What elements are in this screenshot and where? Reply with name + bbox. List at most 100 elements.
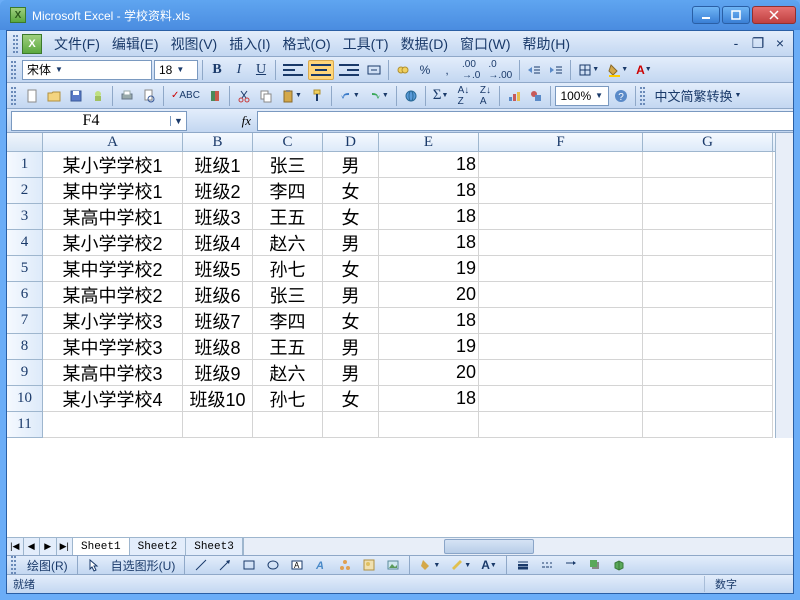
cell[interactable]: 男: [323, 334, 379, 360]
cell[interactable]: [643, 360, 773, 386]
cell[interactable]: 王五: [253, 204, 323, 230]
cell[interactable]: 赵六: [253, 230, 323, 256]
cell[interactable]: [479, 204, 643, 230]
tab-nav-next[interactable]: ▶: [40, 538, 57, 555]
font-color-draw-button[interactable]: A▼: [478, 555, 500, 575]
row-header[interactable]: 6: [7, 282, 43, 308]
cell[interactable]: 18: [379, 230, 479, 256]
fontsize-combo[interactable]: 18▼: [154, 60, 198, 80]
sheet-tab[interactable]: Sheet1: [73, 538, 130, 555]
select-objects-button[interactable]: [84, 555, 104, 575]
row-header[interactable]: 9: [7, 360, 43, 386]
picture-button[interactable]: [383, 555, 403, 575]
cell[interactable]: [643, 334, 773, 360]
paste-button[interactable]: ▼: [278, 86, 305, 106]
cell[interactable]: 18: [379, 204, 479, 230]
column-header[interactable]: F: [479, 133, 643, 151]
cut-button[interactable]: [234, 86, 254, 106]
row-header[interactable]: 10: [7, 386, 43, 412]
cell[interactable]: 男: [323, 230, 379, 256]
cell[interactable]: 班级4: [183, 230, 253, 256]
cell[interactable]: 18: [379, 152, 479, 178]
cell[interactable]: 某小学学校3: [43, 308, 183, 334]
fill-color-button[interactable]: ▼: [604, 60, 631, 80]
sort-asc-button[interactable]: A↓Z: [453, 86, 473, 106]
wordart-button[interactable]: A: [311, 555, 331, 575]
column-header[interactable]: B: [183, 133, 253, 151]
menu-insert[interactable]: 插入(I): [223, 32, 276, 56]
cell[interactable]: [643, 230, 773, 256]
cell[interactable]: 女: [323, 178, 379, 204]
cell[interactable]: 18: [379, 178, 479, 204]
menu-edit[interactable]: 编辑(E): [106, 32, 165, 56]
decrease-indent-button[interactable]: [524, 60, 544, 80]
save-button[interactable]: [66, 86, 86, 106]
cell[interactable]: 李四: [253, 308, 323, 334]
dash-style-button[interactable]: [537, 555, 557, 575]
cell[interactable]: [183, 412, 253, 438]
column-header[interactable]: C: [253, 133, 323, 151]
cell[interactable]: [643, 152, 773, 178]
doc-minimize-button[interactable]: -: [729, 37, 743, 51]
tab-nav-first[interactable]: |◀: [7, 538, 24, 555]
cell[interactable]: 班级7: [183, 308, 253, 334]
titlebar[interactable]: X Microsoft Excel - 学校资料.xls: [0, 0, 800, 30]
research-button[interactable]: [205, 86, 225, 106]
format-painter-button[interactable]: [307, 86, 327, 106]
redo-button[interactable]: ▼: [365, 86, 392, 106]
cell[interactable]: 18: [379, 386, 479, 412]
cell[interactable]: 张三: [253, 282, 323, 308]
cell[interactable]: [479, 282, 643, 308]
cell[interactable]: 班级9: [183, 360, 253, 386]
clipart-button[interactable]: [359, 555, 379, 575]
print-preview-button[interactable]: [139, 86, 159, 106]
cell[interactable]: [379, 412, 479, 438]
row-header[interactable]: 3: [7, 204, 43, 230]
cell[interactable]: 男: [323, 360, 379, 386]
cell[interactable]: [253, 412, 323, 438]
bold-button[interactable]: B: [207, 60, 227, 80]
underline-button[interactable]: U: [251, 60, 271, 80]
undo-button[interactable]: ▼: [336, 86, 363, 106]
cell[interactable]: 女: [323, 204, 379, 230]
cell[interactable]: 某中学学校3: [43, 334, 183, 360]
toolbar-handle-icon[interactable]: [13, 35, 18, 53]
3d-button[interactable]: [609, 555, 629, 575]
cell[interactable]: [643, 178, 773, 204]
cell[interactable]: 男: [323, 152, 379, 178]
chart-button[interactable]: [504, 86, 524, 106]
minimize-button[interactable]: [692, 6, 720, 24]
cell[interactable]: [479, 308, 643, 334]
currency-button[interactable]: [393, 60, 413, 80]
cell[interactable]: 某小学学校4: [43, 386, 183, 412]
cell[interactable]: 李四: [253, 178, 323, 204]
menu-data[interactable]: 数据(D): [395, 32, 454, 56]
zoom-combo[interactable]: 100%▼: [555, 86, 609, 106]
cell[interactable]: 班级3: [183, 204, 253, 230]
increase-decimal-button[interactable]: .00→.0: [459, 60, 483, 80]
drawing-button[interactable]: [526, 86, 546, 106]
borders-button[interactable]: ▼: [575, 60, 602, 80]
toolbar-handle-icon[interactable]: [640, 87, 645, 105]
doc-close-button[interactable]: ×: [773, 37, 787, 51]
align-center-button[interactable]: [308, 60, 334, 80]
new-button[interactable]: [22, 86, 42, 106]
chevron-down-icon[interactable]: ▼: [170, 116, 186, 126]
cell[interactable]: 某小学学校2: [43, 230, 183, 256]
cell[interactable]: 孙七: [253, 386, 323, 412]
name-box[interactable]: F4 ▼: [11, 111, 187, 131]
cell[interactable]: 班级8: [183, 334, 253, 360]
doc-restore-button[interactable]: ❐: [751, 37, 765, 51]
cell[interactable]: 班级1: [183, 152, 253, 178]
fill-color-draw-button[interactable]: ▼: [416, 555, 443, 575]
cell[interactable]: 某中学学校1: [43, 178, 183, 204]
formula-input[interactable]: [257, 111, 793, 131]
menu-format[interactable]: 格式(O): [276, 32, 336, 56]
toolbar-handle-icon[interactable]: [11, 61, 16, 79]
close-button[interactable]: [752, 6, 796, 24]
cell[interactable]: [643, 256, 773, 282]
align-right-button[interactable]: [336, 60, 362, 80]
menu-tools[interactable]: 工具(T): [337, 32, 395, 56]
autoshapes-menu[interactable]: 自选图形(U): [108, 555, 179, 575]
autosum-button[interactable]: Σ▼: [430, 86, 452, 106]
